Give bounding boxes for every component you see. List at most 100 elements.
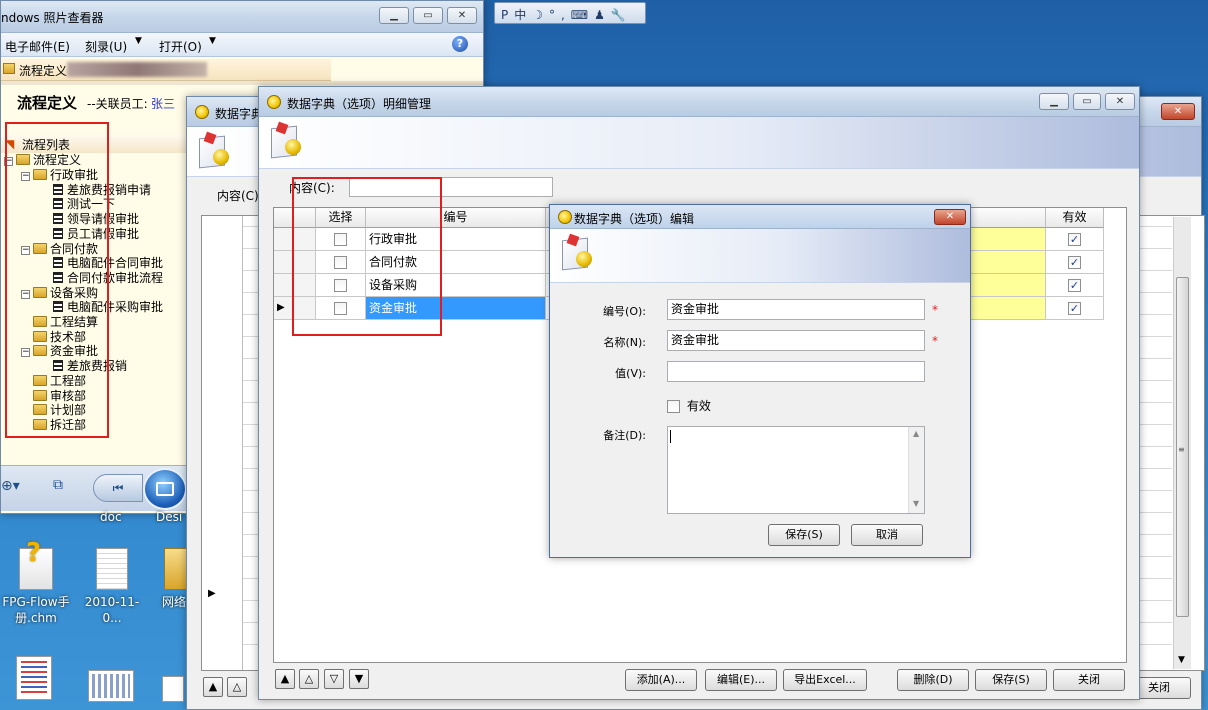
edit-dialog-title: 数据字典（选项）编辑 xyxy=(574,212,695,226)
chevron-down-icon[interactable]: ▼ xyxy=(135,36,142,46)
save-button[interactable]: 保存(S) xyxy=(975,669,1047,691)
grid-col-line xyxy=(242,216,243,670)
valid-cell[interactable]: ✓ xyxy=(1046,251,1104,274)
valid-checkbox[interactable]: ✓ xyxy=(1068,279,1081,292)
scroll-down-icon[interactable]: ▼ xyxy=(1178,655,1185,665)
dictionary-content-label: 内容(C) xyxy=(217,189,259,203)
close-button[interactable]: ✕ xyxy=(934,209,966,225)
yellow-cell[interactable] xyxy=(970,228,1046,251)
desktop-icon-network[interactable]: 网络 xyxy=(150,548,186,610)
edit-dialog: 数据字典（选项）编辑 ✕ 编号(O): 资金审批 * 名称(N): 资金审批 *… xyxy=(549,204,971,558)
valid-cell[interactable]: ✓ xyxy=(1046,297,1104,320)
first-row-button[interactable]: ▲ xyxy=(203,677,223,697)
close-button[interactable]: ✕ xyxy=(1161,103,1195,120)
help-file-icon: ? xyxy=(19,540,53,590)
code-label: 编号(O): xyxy=(603,305,646,318)
valid-label: 有效 xyxy=(686,399,711,413)
app-icon xyxy=(267,95,281,109)
textarea-scrollbar[interactable]: ▲ ▼ xyxy=(908,427,924,513)
code-input[interactable]: 资金审批 xyxy=(667,299,925,320)
thumbnail-icon[interactable] xyxy=(16,656,52,700)
menu-email[interactable]: 电子邮件(E) xyxy=(5,38,70,55)
cancel-button[interactable]: 取消 xyxy=(851,524,923,546)
valid-checkbox[interactable]: ✓ xyxy=(1068,256,1081,269)
column-header-valid[interactable]: 有效 xyxy=(1046,208,1104,228)
previous-icon[interactable]: ⏮ xyxy=(93,474,143,502)
valid-cell[interactable]: ✓ xyxy=(1046,228,1104,251)
value-input[interactable] xyxy=(667,361,925,382)
image-icon xyxy=(156,482,174,496)
yellow-cell[interactable] xyxy=(970,297,1046,320)
maximize-button[interactable]: ▭ xyxy=(413,7,443,24)
edit-dialog-banner xyxy=(550,229,970,283)
dictionary-app-icon xyxy=(269,121,303,161)
employee-prefix: --关联员工: xyxy=(87,97,148,111)
edit-button[interactable]: 编辑(E)... xyxy=(705,669,777,691)
value-label: 值(V): xyxy=(615,367,646,380)
photo-viewer-titlebar: ndows 照片查看器 ▁ ▭ ✕ xyxy=(1,1,483,33)
close-button[interactable]: ✕ xyxy=(447,7,477,24)
delete-button[interactable]: 删除(D) xyxy=(897,669,969,691)
valid-checkbox[interactable]: ✓ xyxy=(1068,233,1081,246)
detail-window-title: 数据字典（选项）明细管理 xyxy=(287,97,432,111)
desktop-icon-file[interactable]: 2010-11-0... xyxy=(76,548,148,626)
dictionary-app-icon xyxy=(197,131,231,171)
slideshow-icon[interactable] xyxy=(143,468,187,510)
checkbox-icon[interactable] xyxy=(667,400,680,413)
yellow-cell[interactable] xyxy=(970,251,1046,274)
thumbnail-icon[interactable] xyxy=(162,676,184,702)
folder-icon xyxy=(3,63,15,74)
scroll-up-icon[interactable]: ▲ xyxy=(913,429,919,438)
fit-icon[interactable]: ⧉ xyxy=(53,477,63,493)
grip-icon: ≡ xyxy=(1178,445,1185,454)
app-icon xyxy=(558,210,572,224)
maximize-button[interactable]: ▭ xyxy=(1073,93,1101,110)
close-button[interactable]: ✕ xyxy=(1105,93,1135,110)
next-row-button[interactable]: ▽ xyxy=(324,669,344,689)
required-mark: * xyxy=(932,334,938,348)
photo-viewer-menubar: 电子邮件(E) 刻录(U) ▼ 打开(O) ▼ ? xyxy=(1,33,483,57)
minimize-button[interactable]: ▁ xyxy=(1039,93,1069,110)
valid-checkbox[interactable]: 有效 xyxy=(667,397,711,414)
edit-dialog-titlebar: 数据字典（选项）编辑 ✕ xyxy=(550,205,970,229)
valid-cell[interactable]: ✓ xyxy=(1046,274,1104,297)
prev-row-button[interactable]: △ xyxy=(299,669,319,689)
row-pointer-icon: ▶ xyxy=(208,588,216,599)
language-bar-items: P中☽°,⌨♟🔧 xyxy=(501,8,632,22)
separator xyxy=(1,81,483,85)
detail-banner xyxy=(259,117,1139,169)
scroll-down-icon[interactable]: ▼ xyxy=(913,499,919,508)
close-button[interactable]: 关闭 xyxy=(1053,669,1125,691)
valid-checkbox[interactable]: ✓ xyxy=(1068,302,1081,315)
menu-burn[interactable]: 刻录(U) xyxy=(85,38,127,55)
language-bar[interactable]: P中☽°,⌨♟🔧 xyxy=(494,2,646,24)
desktop-icon-label: 2010-11-0... xyxy=(84,595,140,625)
dictionary-scrollbar[interactable]: ≡ ▼ xyxy=(1173,217,1191,669)
yellow-cell[interactable] xyxy=(970,274,1046,297)
app-icon xyxy=(195,105,209,119)
minimize-button[interactable]: ▁ xyxy=(379,7,409,24)
zoom-icon[interactable]: ⊕▾ xyxy=(1,478,20,494)
add-button[interactable]: 添加(A)... xyxy=(625,669,697,691)
remark-label: 备注(D): xyxy=(603,429,646,442)
last-row-button[interactable]: ▼ xyxy=(349,669,369,689)
prev-row-button[interactable]: △ xyxy=(227,677,247,697)
save-button[interactable]: 保存(S) xyxy=(768,524,840,546)
employee-name[interactable]: 张三 xyxy=(151,95,175,112)
first-row-button[interactable]: ▲ xyxy=(275,669,295,689)
photo-viewer-title: ndows 照片查看器 xyxy=(1,11,104,25)
thumbnail-icon[interactable] xyxy=(88,670,134,702)
grid-origin xyxy=(274,208,275,209)
export-excel-button[interactable]: 导出Excel... xyxy=(783,669,867,691)
inner-tab[interactable]: 流程定义 xyxy=(1,59,331,81)
name-input[interactable]: 资金审批 xyxy=(667,330,925,351)
page-title: 流程定义 xyxy=(17,94,78,112)
remark-textarea[interactable]: ▲ ▼ xyxy=(667,426,925,514)
blurred-region xyxy=(67,62,207,77)
desktop-partial-label: Desi xyxy=(156,510,183,524)
chevron-down-icon[interactable]: ▼ xyxy=(209,36,216,46)
menu-open[interactable]: 打开(O) xyxy=(159,38,202,55)
help-icon[interactable]: ? xyxy=(452,36,468,52)
desktop-icon-chm[interactable]: ? FPG-Flow手册.chm xyxy=(0,540,72,626)
dictionary-window-title: 数据字典 xyxy=(215,107,264,121)
